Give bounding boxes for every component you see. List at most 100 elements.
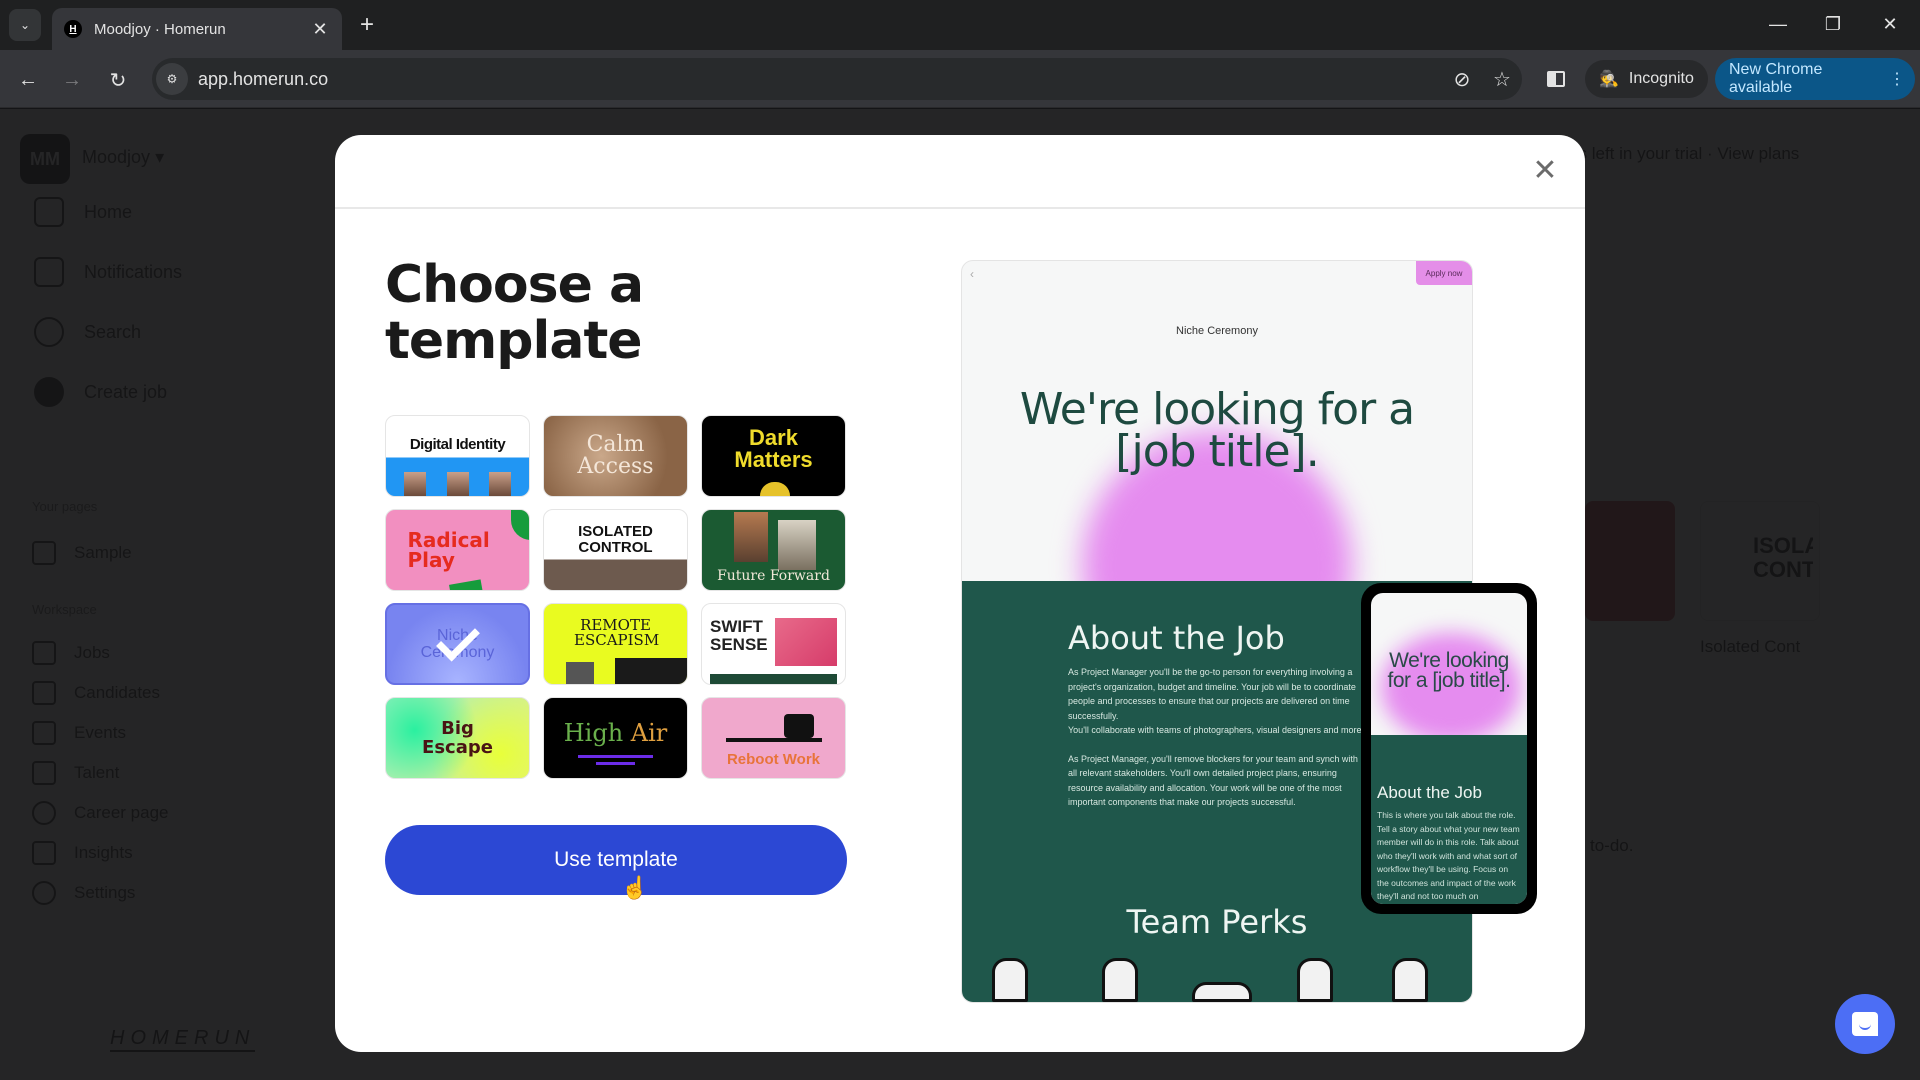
url-text[interactable]: app.homerun.co [198,69,1442,90]
template-label: ISOLATED CONTROL [578,523,653,556]
template-digital-identity[interactable]: Digital Identity [385,415,530,497]
eye-off-icon[interactable]: ⊘ [1442,67,1482,92]
back-button[interactable]: ← [12,64,44,96]
template-grid: Digital Identity Calm Access Dark Matter… [385,415,847,779]
use-template-button[interactable]: Use template [385,825,847,895]
decorative-shape [511,510,529,540]
template-calm-access[interactable]: Calm Access [543,415,688,497]
modal-title-line: template [385,311,643,371]
modal-header: ✕ [335,135,1585,209]
browser-tab[interactable]: H Moodjoy · Homerun ✕ [52,8,342,50]
template-label: REMOTE ESCAPISM [574,616,660,649]
preview-paragraph: You'll collaborate with teams of photogr… [1068,725,1365,735]
chevron-down-icon: ⌄ [19,18,31,32]
close-icon: ✕ [1532,154,1558,187]
side-panel-icon [1547,71,1565,87]
template-label: Future Forward [717,568,830,584]
hand-cursor-icon: ☝ [621,875,649,900]
plus-icon: + [359,11,374,38]
template-label: Dark Matters [734,425,813,472]
modal-title-line: Choose a [385,255,644,315]
homerun-favicon-icon: H [64,20,82,38]
incognito-badge[interactable]: 🕵 Incognito [1585,60,1708,98]
preview-perks-illustration [962,942,1472,1002]
template-radical-play[interactable]: Radical Play [385,509,530,591]
template-label: SWIFT SENSE [710,617,768,654]
preview-about-body: As Project Manager you'll be the go-to p… [1068,665,1368,810]
restore-icon: ❐ [1824,13,1842,34]
template-label: Calm Access [577,432,654,479]
browser-toolbar: ← → ↻ ⚙ app.homerun.co ⊘ ☆ 🕵 Incognito N… [0,50,1920,108]
chat-support-button[interactable] [1835,994,1895,1054]
kebab-menu-icon[interactable]: ⋮ [1889,69,1905,89]
template-niche-ceremony-selected[interactable]: Niche Ceremony [385,603,530,685]
new-tab-button[interactable]: + [353,11,381,39]
address-bar[interactable]: ⚙ app.homerun.co ⊘ ☆ [152,58,1522,100]
minimize-button[interactable]: — [1758,8,1798,40]
template-future-forward[interactable]: Future Forward [701,509,846,591]
close-modal-button[interactable]: ✕ [1529,155,1561,187]
preview-hero-text: We're looking for a [job title]. [1019,384,1415,477]
update-label: New Chrome available [1729,61,1823,96]
tab-title: Moodjoy · Homerun [94,20,226,38]
close-window-button[interactable]: ✕ [1870,8,1910,40]
tab-search-button[interactable]: ⌄ [9,9,41,41]
template-label: Reboot Work [726,751,821,768]
incognito-icon: 🕵 [1599,71,1619,88]
site-info-icon[interactable]: ⚙ [156,63,188,95]
template-remote-escapism[interactable]: REMOTE ESCAPISM [543,603,688,685]
new-chrome-available-button[interactable]: New Chrome available ⋮ [1715,58,1915,100]
decorative-shape [449,579,483,590]
preview-about-title: About the Job [1068,619,1285,657]
mobile-about-section: About the Job This is where you talk abo… [1371,735,1527,904]
template-dark-matters[interactable]: Dark Matters [701,415,846,497]
reload-button[interactable]: ↻ [102,64,134,96]
modal-title: Choose a template [385,255,644,371]
star-icon[interactable]: ☆ [1482,67,1522,92]
mobile-about-title: About the Job [1377,783,1482,802]
template-thumbnail-photo [734,512,768,562]
minimize-icon: — [1769,13,1787,34]
template-thumbnail-illustration [726,714,822,742]
mobile-about-body: This is where you talk about the role. T… [1377,810,1520,901]
template-label: High Air [563,719,668,747]
forward-button[interactable]: → [56,64,88,96]
template-high-air[interactable]: High Air [543,697,688,779]
template-big-escape[interactable]: Big Escape [385,697,530,779]
preview-paragraph: As Project Manager, you'll remove blocke… [1068,753,1358,808]
chevron-left-icon: ‹ [970,267,974,281]
template-thumbnail-figure [760,482,790,496]
template-thumbnail-photo [566,662,594,684]
template-thumbnail-photo [778,520,816,570]
template-thumbnail-photo [775,618,837,666]
preview-company-name: Niche Ceremony [1176,325,1258,337]
mobile-preview: We're looking for a [job title]. About t… [1361,583,1537,914]
preview-hero-title: We're looking for a [job title]. [962,388,1472,474]
template-thumbnail-photo [615,658,687,684]
preview-paragraph: As Project Manager you'll be the go-to p… [1068,667,1356,721]
arrow-left-icon: ← [18,68,38,91]
side-panel-button[interactable] [1542,65,1570,93]
reload-icon: ↻ [109,69,127,92]
mobile-preview-screen: We're looking for a [job title]. About t… [1371,593,1527,904]
close-tab-icon[interactable]: ✕ [310,19,330,40]
decorative-line [596,762,635,765]
template-isolated-control[interactable]: ISOLATED CONTROL [543,509,688,591]
template-label: Radical Play [407,528,490,572]
decorative-line [578,755,653,758]
choose-template-modal: ✕ Choose a template Digital Identity Cal… [335,135,1585,1052]
mobile-hero-title: We're looking for a [job title]. [1387,649,1511,692]
incognito-label: Incognito [1628,70,1694,87]
preview-apply-button: Apply now [1416,261,1472,285]
chat-icon [1852,1012,1878,1036]
template-thumbnail-photo [710,674,837,684]
arrow-right-icon: → [62,68,82,91]
template-label: Digital Identity [409,436,506,453]
template-reboot-work[interactable]: Reboot Work [701,697,846,779]
restore-button[interactable]: ❐ [1813,8,1853,40]
template-swift-sense[interactable]: SWIFT SENSE [701,603,846,685]
close-icon: ✕ [1882,13,1898,34]
browser-titlebar: ⌄ H Moodjoy · Homerun ✕ + — ❐ ✕ [0,0,1920,50]
template-label: Big Escape [422,718,493,758]
template-thumbnail-photos [404,472,511,496]
